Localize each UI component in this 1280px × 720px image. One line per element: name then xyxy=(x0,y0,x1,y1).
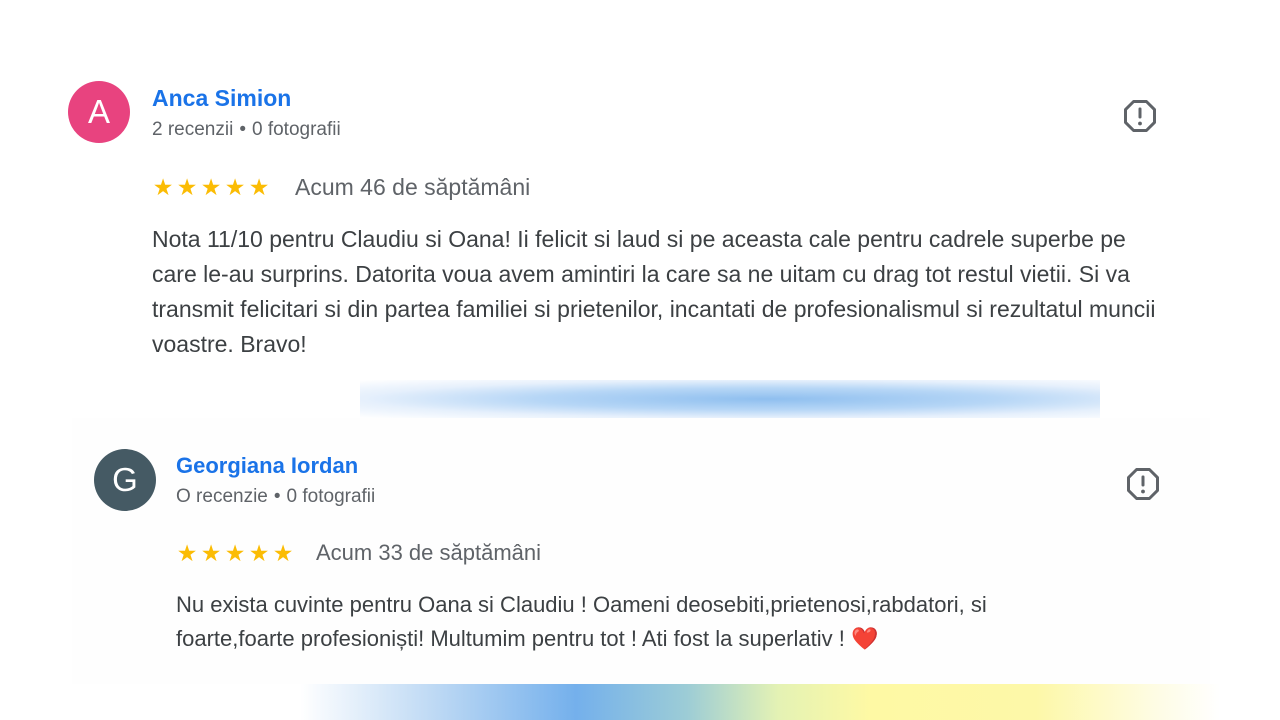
avatar-letter: G xyxy=(112,461,138,498)
star-icon: ★ xyxy=(176,540,198,566)
star-rating: ★ ★ ★ ★ ★ xyxy=(176,540,294,566)
star-icon: ★ xyxy=(200,540,222,566)
photos-count: 0 fotografii xyxy=(286,486,376,507)
star-icon: ★ xyxy=(224,540,246,566)
star-rating: ★ ★ ★ ★ ★ xyxy=(152,174,270,200)
decorative-gradient-band xyxy=(360,380,1100,418)
star-icon: ★ xyxy=(176,174,198,200)
reviewer-meta: O recenzie • 0 fotografii xyxy=(176,486,375,508)
decorative-gradient-band xyxy=(300,684,1220,720)
avatar[interactable]: G xyxy=(94,449,156,511)
review-text: Nu exista cuvinte pentru Oana si Claudiu… xyxy=(176,592,987,651)
meta-separator: • xyxy=(239,119,246,140)
review-card: G Georgiana Iordan O recenzie • 0 fotograf… xyxy=(72,418,1210,684)
report-flag-icon[interactable] xyxy=(1126,467,1160,501)
review-text: Nota 11/10 pentru Claudiu si Oana! Ii fe… xyxy=(152,226,1156,357)
reviews-count: O recenzie xyxy=(176,486,268,507)
meta-separator: • xyxy=(273,486,281,507)
avatar-letter: A xyxy=(87,93,110,130)
review-time: Acum 33 de săptămâni xyxy=(316,540,542,565)
reviewer-name-link[interactable]: Anca Simion xyxy=(152,85,291,112)
photos-count: 0 fotografii xyxy=(251,119,341,140)
star-icon: ★ xyxy=(272,540,294,566)
reviewer-name-link[interactable]: Georgiana Iordan xyxy=(176,453,358,479)
star-icon: ★ xyxy=(248,174,270,200)
star-icon: ★ xyxy=(200,174,222,200)
star-icon: ★ xyxy=(152,174,174,200)
reviewer-meta: 2 recenzii • 0 fotografii xyxy=(152,119,341,141)
report-flag-icon[interactable] xyxy=(1123,99,1157,133)
review-card: A Anca Simion 2 recenzii • 0 fotografii ★ … xyxy=(0,0,1280,380)
star-icon: ★ xyxy=(224,174,246,200)
reviews-count: 2 recenzii xyxy=(152,119,234,140)
avatar[interactable]: A xyxy=(68,81,130,143)
star-icon: ★ xyxy=(248,540,270,566)
review-time: Acum 46 de săptămâni xyxy=(295,174,531,200)
